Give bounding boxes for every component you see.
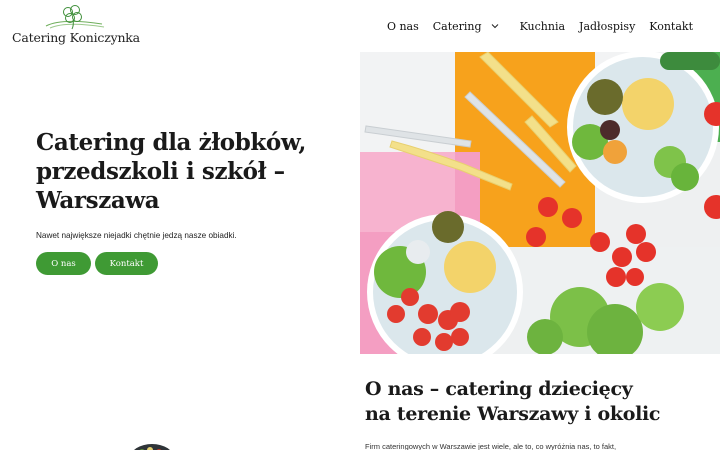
- about-title-line: na terenie Warszawy i okolic: [365, 403, 661, 426]
- site-logo[interactable]: Catering Koniczynka: [12, 4, 140, 48]
- nav-item-catering[interactable]: Catering: [426, 20, 513, 33]
- nav-item-kontakt[interactable]: Kontakt: [642, 20, 700, 33]
- hero-title: Catering dla żłobków, przedszkoli i szkó…: [36, 128, 336, 216]
- nav-item-label: Catering: [432, 19, 482, 33]
- nav-item-kuchnia[interactable]: Kuchnia: [513, 20, 572, 33]
- main-nav: O nas Catering Kuchnia Jadłospisy Kontak…: [380, 0, 700, 52]
- brand-name: Catering Koniczynka: [12, 30, 140, 45]
- nav-item-o-nas[interactable]: O nas: [380, 20, 426, 33]
- contact-button[interactable]: Kontakt: [95, 252, 158, 275]
- hero-title-line: Catering dla żłobków,: [36, 129, 307, 156]
- about-button[interactable]: O nas: [36, 252, 91, 275]
- about-title-line: O nas – catering dziecięcy: [365, 378, 633, 400]
- about-food-image: [128, 440, 176, 450]
- nav-item-jadlospisy[interactable]: Jadłospisy: [572, 20, 642, 33]
- hero-section: Catering dla żłobków, przedszkoli i szkó…: [0, 52, 360, 354]
- hero-title-line: Warszawa: [36, 187, 160, 215]
- hero-title-line: przedszkoli i szkół –: [36, 158, 285, 186]
- site-header: Catering Koniczynka O nas Catering Kuchn…: [0, 0, 720, 52]
- nav-item-label: Jadłospisy: [579, 19, 636, 33]
- nav-item-label: O nas: [386, 19, 419, 33]
- about-title: O nas – catering dziecięcy na terenie Wa…: [365, 377, 661, 428]
- chevron-down-icon[interactable]: [490, 21, 500, 31]
- hero-food-image: [360, 52, 720, 354]
- clover-logo-icon: [45, 5, 105, 30]
- hero-subtitle: Nawet największe niejadki chętnie jedzą …: [36, 231, 237, 240]
- nav-item-label: Kontakt: [649, 19, 693, 33]
- nav-item-label: Kuchnia: [519, 19, 566, 33]
- about-text: Firm cateringowych w Warszawie jest wiel…: [365, 442, 617, 450]
